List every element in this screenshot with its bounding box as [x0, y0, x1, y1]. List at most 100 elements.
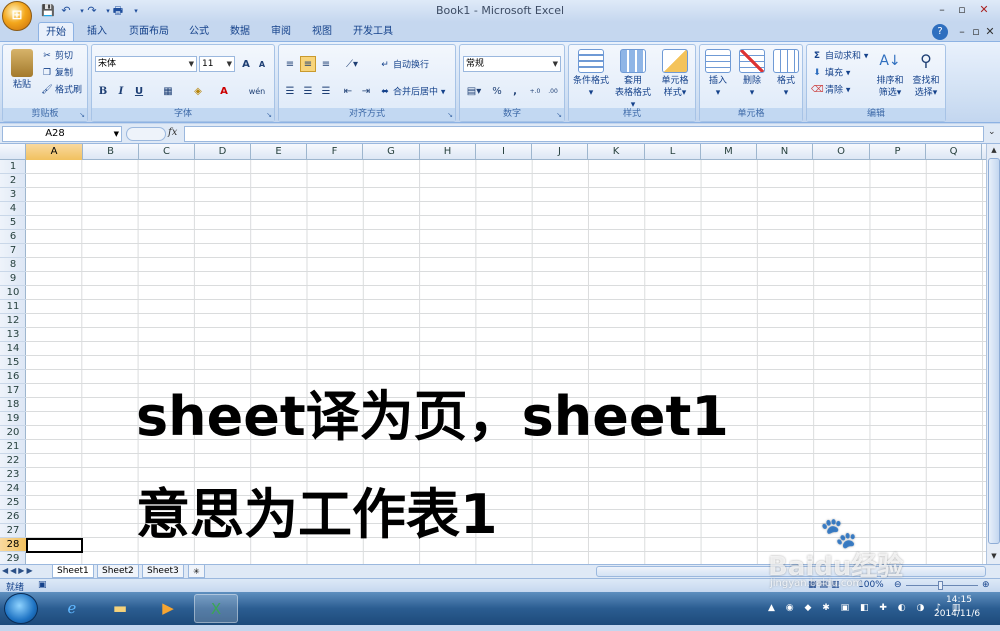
row-header[interactable]: 11: [0, 300, 26, 314]
insert-function-button[interactable]: fx: [168, 127, 177, 138]
row-header[interactable]: 18: [0, 398, 26, 412]
zoom-in-icon[interactable]: ⊕: [982, 580, 990, 590]
align-left-icon[interactable]: ☰: [282, 83, 298, 99]
workbook-close-button[interactable]: ✕: [980, 24, 1000, 40]
tab-formulas[interactable]: 公式: [182, 22, 216, 41]
excel-taskbar-icon[interactable]: X: [194, 594, 238, 623]
help-icon[interactable]: ?: [932, 24, 948, 40]
clock-date[interactable]: 2014/11/6: [934, 598, 980, 631]
column-header[interactable]: G: [363, 144, 420, 160]
row-header[interactable]: 22: [0, 454, 26, 468]
format-as-table-button[interactable]: 套用 表格格式▾: [613, 49, 653, 111]
grow-font-button[interactable]: A: [238, 56, 254, 72]
row-header[interactable]: 12: [0, 314, 26, 328]
tab-view[interactable]: 视图: [305, 22, 339, 41]
dialog-launcher-icon[interactable]: ↘: [556, 111, 562, 119]
ie-icon[interactable]: ℯ: [50, 594, 94, 623]
column-header[interactable]: M: [701, 144, 757, 160]
row-header[interactable]: 9: [0, 272, 26, 286]
align-bottom-icon[interactable]: ≡: [318, 56, 334, 72]
number-format-combo[interactable]: 常规 ▼: [463, 56, 561, 72]
row-header[interactable]: 26: [0, 510, 26, 524]
column-header[interactable]: P: [870, 144, 926, 160]
comma-button[interactable]: ,: [507, 83, 523, 99]
office-button[interactable]: ⊞: [2, 1, 32, 31]
row-header[interactable]: 13: [0, 328, 26, 342]
close-button[interactable]: ✕: [974, 2, 994, 18]
tab-data[interactable]: 数据: [223, 22, 257, 41]
percent-button[interactable]: %: [489, 83, 505, 99]
tab-home[interactable]: 开始: [38, 22, 74, 41]
fill-button[interactable]: ⬇ 填充 ▾: [811, 67, 850, 80]
conditional-formatting-button[interactable]: 条件格式 ▾: [571, 49, 611, 99]
decrease-decimal-icon[interactable]: .00: [545, 83, 561, 99]
font-color-icon[interactable]: A: [216, 83, 232, 99]
macro-record-icon[interactable]: ▣: [38, 580, 47, 590]
column-header[interactable]: K: [588, 144, 645, 160]
column-header[interactable]: D: [195, 144, 251, 160]
accounting-format-icon[interactable]: ▤▾: [463, 83, 485, 99]
media-player-icon[interactable]: ▶: [146, 594, 190, 623]
font-size-combo[interactable]: 11 ▼: [199, 56, 235, 72]
row-header[interactable]: 2: [0, 174, 26, 188]
merge-center-button[interactable]: ⬌ 合并后居中 ▾: [379, 86, 445, 99]
sheet-tab-3[interactable]: Sheet3: [142, 565, 184, 578]
column-header[interactable]: N: [757, 144, 813, 160]
maximize-button[interactable]: ▫: [952, 2, 972, 18]
explorer-icon[interactable]: ▬: [98, 594, 142, 623]
bold-button[interactable]: B: [95, 83, 111, 99]
scroll-down-icon[interactable]: ▼: [988, 550, 1000, 562]
row-header[interactable]: 20: [0, 426, 26, 440]
column-header[interactable]: E: [251, 144, 307, 160]
row-header[interactable]: 27: [0, 524, 26, 538]
row-header[interactable]: 8: [0, 258, 26, 272]
row-header[interactable]: 15: [0, 356, 26, 370]
tab-insert[interactable]: 插入: [80, 22, 114, 41]
insert-cells-button[interactable]: 插入 ▾: [702, 49, 734, 99]
column-header[interactable]: F: [307, 144, 363, 160]
italic-button[interactable]: I: [113, 83, 129, 99]
find-select-button[interactable]: ⚲ 查找和 选择▾: [909, 49, 943, 99]
increase-decimal-icon[interactable]: +.0: [527, 83, 543, 99]
start-button[interactable]: [4, 593, 38, 624]
column-header[interactable]: O: [813, 144, 870, 160]
row-header[interactable]: 10: [0, 286, 26, 300]
format-painter-button[interactable]: 🖌 格式刷: [41, 84, 82, 97]
row-header[interactable]: 24: [0, 482, 26, 496]
align-center-icon[interactable]: ☰: [300, 83, 316, 99]
sheet-tab-2[interactable]: Sheet2: [97, 565, 139, 578]
row-header[interactable]: 29: [0, 552, 26, 564]
column-header[interactable]: A: [26, 144, 83, 160]
delete-cells-button[interactable]: 删除 ▾: [736, 49, 768, 99]
row-header[interactable]: 16: [0, 370, 26, 384]
column-header[interactable]: L: [645, 144, 701, 160]
formula-divider-handle[interactable]: [126, 127, 166, 141]
scroll-up-icon[interactable]: ▲: [988, 144, 1000, 156]
row-header[interactable]: 28: [0, 538, 26, 552]
row-header[interactable]: 21: [0, 440, 26, 454]
column-header[interactable]: H: [420, 144, 476, 160]
row-header[interactable]: 5: [0, 216, 26, 230]
font-name-combo[interactable]: 宋体 ▼: [95, 56, 197, 72]
decrease-indent-icon[interactable]: ⇤: [340, 83, 356, 99]
dialog-launcher-icon[interactable]: ↘: [447, 111, 453, 119]
cell-styles-button[interactable]: 单元格 样式▾: [655, 49, 695, 99]
align-right-icon[interactable]: ☰: [318, 83, 334, 99]
row-header[interactable]: 19: [0, 412, 26, 426]
orientation-icon[interactable]: ⟋▾: [340, 56, 364, 72]
insert-sheet-icon[interactable]: ✳: [188, 565, 205, 578]
column-header[interactable]: C: [139, 144, 195, 160]
row-header[interactable]: 14: [0, 342, 26, 356]
row-header[interactable]: 4: [0, 202, 26, 216]
active-cell[interactable]: [26, 538, 83, 553]
sort-filter-button[interactable]: A↓ 排序和 筛选▾: [873, 49, 907, 99]
paste-button[interactable]: 粘贴: [7, 49, 37, 91]
increase-indent-icon[interactable]: ⇥: [358, 83, 374, 99]
format-cells-button[interactable]: 格式 ▾: [770, 49, 802, 99]
sheet-tab-1[interactable]: Sheet1: [52, 565, 94, 578]
borders-icon[interactable]: ▦: [160, 83, 176, 99]
row-header[interactable]: 1: [0, 160, 26, 174]
wrap-text-button[interactable]: ↵ 自动换行: [379, 59, 429, 72]
autosum-button[interactable]: Σ 自动求和 ▾: [811, 50, 868, 63]
column-header[interactable]: I: [476, 144, 532, 160]
